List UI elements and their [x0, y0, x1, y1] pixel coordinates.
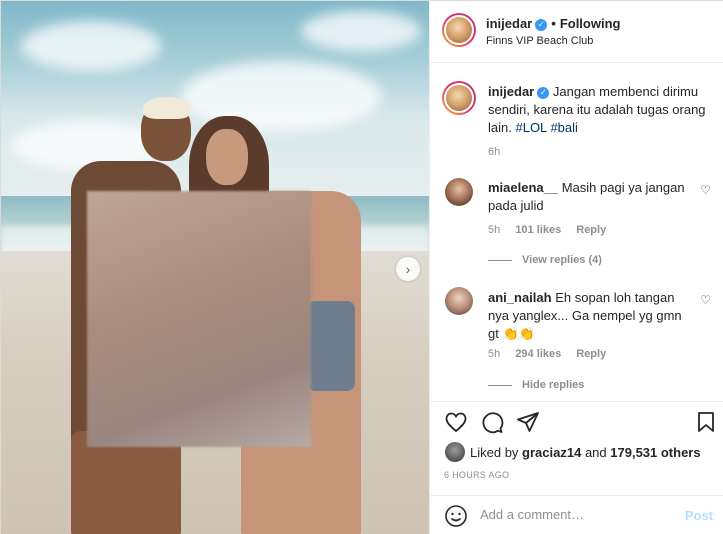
- caption-username[interactable]: inijedar: [488, 84, 534, 99]
- photo-cloud: [301, 11, 421, 51]
- reply-button[interactable]: Reply: [576, 348, 606, 360]
- header-username[interactable]: inijedar: [486, 16, 532, 31]
- avatar-image: [444, 15, 474, 45]
- comments-section[interactable]: inijedar ✓ Jangan membenci dirimu sendiri…: [430, 63, 723, 401]
- add-comment-bar: Post: [430, 495, 723, 534]
- commenter-avatar[interactable]: [445, 287, 473, 315]
- hashtag-link[interactable]: #LOL: [515, 120, 546, 135]
- header-user-line: inijedar ✓ • Following: [486, 16, 620, 31]
- likes-text: Liked by graciaz14 and 179,531 others: [470, 445, 701, 460]
- comment-like-heart-icon[interactable]: ♡: [700, 183, 711, 197]
- replies-divider: [488, 384, 512, 386]
- comment-like-heart-icon[interactable]: ♡: [700, 293, 711, 307]
- avatar-image: [444, 83, 474, 113]
- smiley-icon[interactable]: [444, 504, 468, 528]
- censor-blur-box: [87, 191, 311, 447]
- instagram-post: › inijedar ✓ • Following Finns VIP Beach Cl…: [0, 0, 723, 534]
- photo-person-woman-face: [206, 129, 248, 185]
- caption-avatar[interactable]: [442, 81, 476, 115]
- comment-time: 5h: [488, 224, 501, 236]
- avatar[interactable]: [442, 13, 476, 47]
- photo-person-man-hair: [143, 97, 191, 119]
- comment-input[interactable]: [480, 507, 670, 522]
- next-photo-button[interactable]: ›: [396, 257, 420, 281]
- comment-meta: 5h 101 likes Reply: [488, 224, 618, 236]
- view-replies-button[interactable]: View replies (4): [488, 254, 602, 266]
- comment-likes[interactable]: 294 likes: [515, 348, 561, 360]
- post-side-panel: inijedar ✓ • Following Finns VIP Beach Club…: [429, 1, 723, 534]
- commenter-avatar[interactable]: [445, 178, 473, 206]
- likes-count[interactable]: 179,531 others: [610, 445, 700, 460]
- comment-icon[interactable]: [480, 410, 504, 434]
- comment-likes[interactable]: 101 likes: [515, 224, 561, 236]
- following-button[interactable]: Following: [560, 16, 621, 31]
- verified-badge-icon: ✓: [537, 86, 550, 99]
- hide-replies-label: Hide replies: [522, 379, 585, 391]
- liked-by-prefix: Liked by: [470, 445, 519, 460]
- clapping-hands-emoji: 👏👏: [502, 326, 535, 341]
- photo-cloud: [21, 21, 161, 71]
- hashtag-link[interactable]: #bali: [550, 120, 577, 135]
- post-photo[interactable]: ›: [1, 1, 429, 534]
- heart-icon[interactable]: [444, 410, 468, 434]
- action-bar: [430, 401, 723, 441]
- caption: inijedar ✓ Jangan membenci dirimu sendiri…: [488, 83, 710, 137]
- comment-meta: 5h 294 likes Reply: [488, 348, 618, 360]
- hide-replies-button[interactable]: Hide replies: [488, 379, 584, 391]
- bookmark-icon[interactable]: [694, 410, 718, 434]
- post-header: inijedar ✓ • Following Finns VIP Beach Club: [430, 1, 723, 63]
- comment-time: 5h: [488, 348, 501, 360]
- view-replies-label: View replies (4): [522, 254, 602, 266]
- comment: miaelena__ Masih pagi ya jangan pada jul…: [488, 179, 688, 215]
- post-comment-button[interactable]: Post: [685, 508, 713, 523]
- comment-username[interactable]: miaelena__: [488, 180, 558, 195]
- location-link[interactable]: Finns VIP Beach Club: [486, 35, 593, 47]
- photo-person-woman-shorts: [307, 301, 355, 391]
- comment: ani_nailah Eh sopan loh tangan nya yangl…: [488, 289, 688, 343]
- liker-avatar[interactable]: [445, 442, 465, 462]
- liked-by-and: and: [584, 445, 607, 460]
- reply-button[interactable]: Reply: [576, 224, 606, 236]
- liker-username[interactable]: graciaz14: [522, 445, 581, 460]
- replies-divider: [488, 259, 512, 261]
- separator-dot: •: [551, 16, 556, 31]
- post-timestamp[interactable]: 6 HOURS AGO: [444, 470, 509, 480]
- share-icon[interactable]: [516, 410, 540, 434]
- chevron-right-icon: ›: [405, 261, 411, 277]
- likes-summary: Liked by graciaz14 and 179,531 others: [430, 441, 723, 463]
- verified-badge-icon: ✓: [535, 18, 548, 31]
- comment-username[interactable]: ani_nailah: [488, 290, 552, 305]
- caption-time: 6h: [488, 146, 501, 158]
